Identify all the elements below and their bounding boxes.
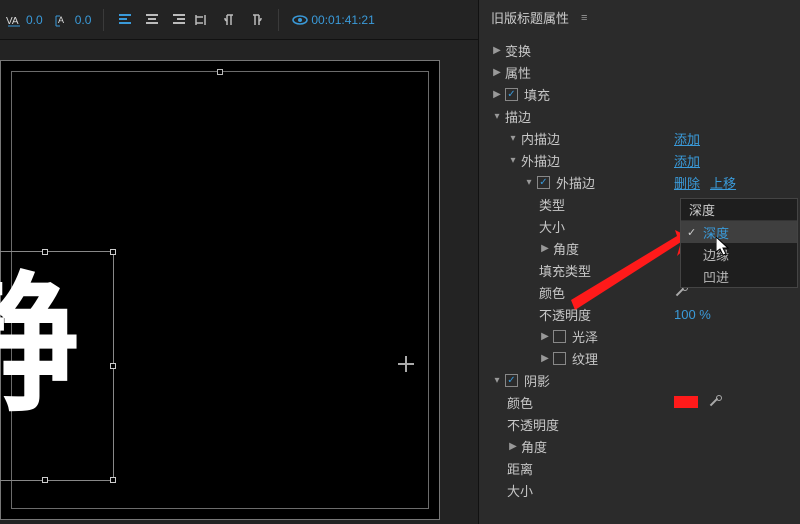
row-outer-stroke[interactable]: ▾外描边添加	[491, 149, 794, 171]
chevron-down-icon[interactable]: ▾	[507, 133, 519, 144]
kerning-value: 0.0	[26, 13, 43, 27]
baseline-value: 0.0	[75, 13, 92, 27]
baseline-icon: A	[55, 12, 73, 28]
bbox-handle-t[interactable]	[42, 249, 48, 255]
delete-stroke-link[interactable]: 删除	[674, 173, 700, 192]
align-center-button[interactable]	[142, 10, 162, 30]
move-up-link[interactable]: 上移	[710, 173, 736, 192]
preview-monitor[interactable]: 静	[0, 60, 440, 520]
dropdown-option-edge[interactable]: 边缘	[681, 243, 797, 265]
add-inner-stroke-link[interactable]: 添加	[674, 129, 700, 148]
chevron-right-icon[interactable]: ▶	[491, 67, 503, 78]
paragraph-rtl-icon[interactable]	[246, 10, 266, 30]
row-shadow-opacity: 不透明度	[491, 413, 794, 435]
bbox-handle-br[interactable]	[110, 477, 116, 483]
kerning-tool[interactable]: VA 0.0	[6, 12, 43, 28]
section-fill[interactable]: ▶✓填充	[491, 83, 794, 105]
fill-checkbox[interactable]: ✓	[505, 88, 518, 101]
panel-title: 旧版标题属性	[491, 8, 569, 27]
title-glyph: 静	[0, 270, 73, 420]
align-group	[116, 10, 266, 30]
svg-text:VA: VA	[6, 16, 19, 27]
canvas-area: 静	[0, 40, 478, 524]
align-left-button[interactable]	[116, 10, 136, 30]
section-transform[interactable]: ▶变换	[491, 39, 794, 61]
toolbar-divider-2	[278, 9, 279, 31]
title-text-bbox[interactable]: 静	[0, 251, 114, 481]
row-outer-stroke-item[interactable]: ▾✓外描边删除上移	[491, 171, 794, 193]
shadow-checkbox[interactable]: ✓	[505, 374, 518, 387]
chevron-down-icon[interactable]: ▾	[491, 375, 503, 386]
eyedropper-icon[interactable]	[708, 395, 722, 409]
row-shadow-color: 颜色	[491, 391, 794, 413]
tab-button[interactable]	[194, 10, 214, 30]
properties-panel: 旧版标题属性 ≡ ▶变换 ▶属性 ▶✓填充 ▾描边 ▾内描边添加 ▾外描边添加 …	[478, 0, 800, 524]
kerning-icon: VA	[6, 12, 24, 28]
bbox-handle-r[interactable]	[110, 363, 116, 369]
row-inner-stroke[interactable]: ▾内描边添加	[491, 127, 794, 149]
paragraph-ltr-icon[interactable]	[220, 10, 240, 30]
row-opacity: 不透明度100 %	[491, 303, 794, 325]
bbox-handle-b[interactable]	[42, 477, 48, 483]
dropdown-option-inset[interactable]: 凹进	[681, 265, 797, 287]
align-right-button[interactable]	[168, 10, 188, 30]
chevron-down-icon[interactable]: ▾	[491, 111, 503, 122]
outer-stroke-enable-checkbox[interactable]: ✓	[537, 176, 550, 189]
add-outer-stroke-link[interactable]: 添加	[674, 151, 700, 170]
opacity-value[interactable]: 100 %	[674, 307, 711, 322]
chevron-right-icon[interactable]: ▶	[491, 45, 503, 56]
dropdown-option-depth[interactable]: 深度	[681, 221, 797, 243]
dropdown-current[interactable]: 深度	[681, 199, 797, 221]
row-texture[interactable]: ▶纹理	[491, 347, 794, 369]
shadow-color-swatch[interactable]	[674, 396, 698, 408]
panel-menu-icon[interactable]: ≡	[581, 12, 587, 24]
center-marker	[398, 356, 414, 372]
bbox-handle-tr[interactable]	[110, 249, 116, 255]
baseline-tool[interactable]: A 0.0	[55, 12, 92, 28]
timecode-display[interactable]: 00:01:41:21	[291, 12, 374, 28]
chevron-right-icon[interactable]: ▶	[539, 353, 551, 364]
stroke-type-dropdown[interactable]: 深度 深度 边缘 凹进	[680, 198, 798, 288]
row-distance: 距离	[491, 457, 794, 479]
row-shadow-angle[interactable]: ▶角度	[491, 435, 794, 457]
handle-top[interactable]	[217, 69, 223, 75]
row-shadow-size: 大小	[491, 479, 794, 501]
chevron-down-icon[interactable]: ▾	[507, 155, 519, 166]
section-properties[interactable]: ▶属性	[491, 61, 794, 83]
chevron-right-icon[interactable]: ▶	[491, 89, 503, 100]
toolbar-divider	[103, 9, 104, 31]
chevron-right-icon[interactable]: ▶	[539, 243, 551, 254]
row-sheen[interactable]: ▶光泽	[491, 325, 794, 347]
section-stroke[interactable]: ▾描边	[491, 105, 794, 127]
chevron-down-icon[interactable]: ▾	[523, 177, 535, 188]
texture-checkbox[interactable]	[553, 352, 566, 365]
timecode-value: 00:01:41:21	[311, 13, 374, 27]
eye-icon	[291, 12, 309, 28]
section-shadow[interactable]: ▾✓阴影	[491, 369, 794, 391]
chevron-right-icon[interactable]: ▶	[539, 331, 551, 342]
panel-header: 旧版标题属性 ≡	[479, 0, 800, 35]
chevron-right-icon[interactable]: ▶	[507, 441, 519, 452]
sheen-checkbox[interactable]	[553, 330, 566, 343]
